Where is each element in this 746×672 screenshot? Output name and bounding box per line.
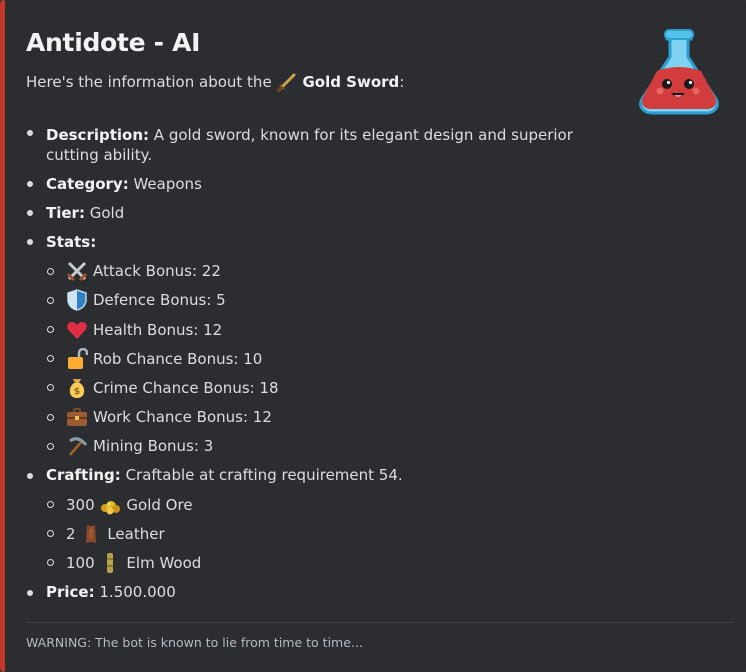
leather-icon <box>80 523 102 545</box>
embed-title: Antidote - AI <box>26 28 201 57</box>
material-qty: 300 <box>66 495 95 514</box>
stat-attack: Attack Bonus: 22 <box>26 257 586 286</box>
stat-text: Crime Chance Bonus: 18 <box>93 378 279 397</box>
stat-text: Health Bonus: 12 <box>93 320 223 339</box>
intro-prefix: Here's the information about the <box>26 73 272 91</box>
material-elm-wood: 100 Elm Wood <box>26 548 586 577</box>
price-label: Price: <box>46 583 95 602</box>
tier-value: Gold <box>89 203 125 222</box>
crafting-item: Crafting: Craftable at crafting requirem… <box>26 461 586 490</box>
description-item: Description: A gold sword, known for its… <box>26 123 586 165</box>
unlocked-padlock-icon <box>66 347 88 370</box>
price-item: Price: 1.500.000 <box>26 578 586 607</box>
stat-text: Work Chance Bonus: 12 <box>93 408 272 427</box>
stat-text: Defence Bonus: 5 <box>93 291 226 310</box>
price-value: 1.500.000 <box>99 583 176 602</box>
svg-text:$: $ <box>74 387 80 397</box>
embed-intro: Here's the information about the Gold Sw… <box>26 71 404 93</box>
gold-sword-icon <box>276 71 298 93</box>
crafting-value: Craftable at crafting requirement 54. <box>125 466 403 485</box>
stat-work: Work Chance Bonus: 12 <box>26 403 586 432</box>
heart-icon <box>66 319 88 341</box>
item-name: Gold Sword <box>302 73 400 91</box>
category-item: Category: Weapons <box>26 169 586 198</box>
stat-text: Mining Bonus: 3 <box>93 437 214 456</box>
shield-icon <box>66 289 88 312</box>
material-leather: 2 Leather <box>26 519 586 548</box>
item-details-list: Description: A gold sword, known for its… <box>26 123 586 607</box>
stats-label: Stats: <box>46 232 97 251</box>
category-value: Weapons <box>133 174 202 193</box>
tier-label: Tier: <box>46 203 85 222</box>
material-name: Gold Ore <box>126 495 193 514</box>
embed-footer: WARNING: The bot is known to lie from ti… <box>26 635 363 650</box>
category-label: Category: <box>46 174 129 193</box>
elm-wood-icon <box>99 552 121 574</box>
crafting-label: Crafting: <box>46 466 121 485</box>
potion-flask-icon <box>633 27 725 119</box>
stats-item: Stats: <box>26 227 586 256</box>
stat-text: Attack Bonus: 22 <box>93 262 221 281</box>
stat-rob: Rob Chance Bonus: 10 <box>26 344 586 373</box>
footer-divider <box>26 622 734 623</box>
money-bag-icon: $ <box>66 377 88 399</box>
stat-mining: Mining Bonus: 3 <box>26 432 586 461</box>
stat-crime: $ Crime Chance Bonus: 18 <box>26 373 586 402</box>
description-label: Description: <box>46 126 150 144</box>
gold-ore-icon <box>99 494 121 516</box>
crossed-swords-icon <box>66 260 88 282</box>
stat-text: Rob Chance Bonus: 10 <box>93 349 263 368</box>
stat-health: Health Bonus: 12 <box>26 315 586 344</box>
stat-defence: Defence Bonus: 5 <box>26 286 586 315</box>
intro-suffix: : <box>399 73 405 91</box>
material-name: Leather <box>107 524 165 543</box>
material-gold-ore: 300 Gold Ore <box>26 490 586 519</box>
bot-embed: Antidote - AI Here's the information abo… <box>0 0 746 672</box>
material-qty: 100 <box>66 554 95 573</box>
briefcase-icon <box>66 406 88 428</box>
pickaxe-icon <box>66 435 88 457</box>
material-name: Elm Wood <box>126 554 202 573</box>
tier-item: Tier: Gold <box>26 198 586 227</box>
material-qty: 2 <box>66 524 76 543</box>
